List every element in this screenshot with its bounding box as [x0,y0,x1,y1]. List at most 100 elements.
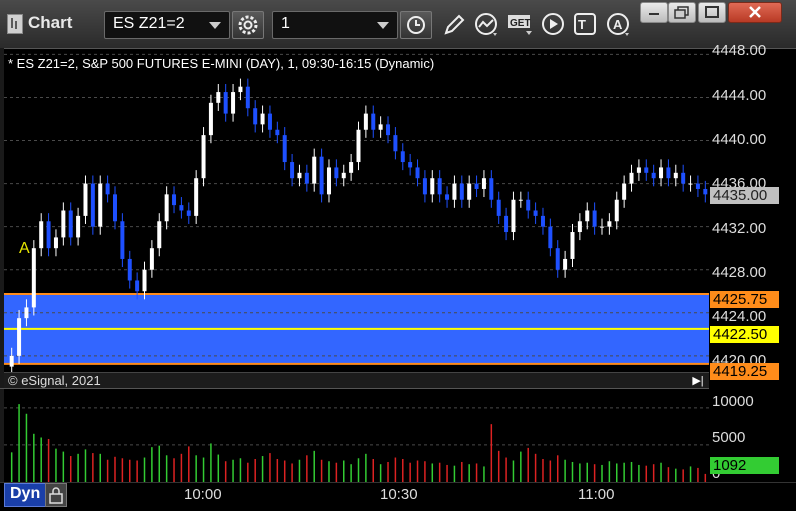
lock-button[interactable] [45,483,67,507]
candle-body [223,92,228,114]
volume-last-tag: 1092 [710,457,779,474]
alert-icon[interactable]: A [604,12,632,38]
line-tool-icon[interactable] [472,12,500,38]
app-icon [7,14,23,34]
candle-body [297,172,302,179]
toolbar: Chart ES Z21=2 1 GET T A [0,0,796,49]
candle-body [68,210,73,238]
candle-body [659,167,664,179]
candle-body [673,172,678,179]
chart-annotation[interactable]: A [19,240,30,258]
pencil-icon[interactable] [440,12,468,38]
candle-body [112,194,117,222]
volume-chart[interactable] [4,389,709,482]
symbol-dropdown[interactable]: ES Z21=2 [104,11,230,39]
candle-body [577,221,582,233]
candle-body [186,210,191,216]
dynamic-mode-button[interactable]: Dyn [4,483,46,507]
candle-body [422,178,427,195]
svg-text:T: T [578,17,586,32]
close-button[interactable] [728,2,782,23]
get-icon[interactable]: GET [506,12,534,38]
candle-body [600,226,605,228]
last-price-tag: 4435.00 [710,187,779,204]
candle-body [208,102,213,136]
candle-body [17,318,22,356]
candle-body [142,269,147,292]
candle-body [98,183,103,227]
candle-body [267,113,272,130]
candle-body [349,162,354,173]
candle-body [312,156,317,184]
candle-body [304,172,309,184]
chart-header: * ES Z21=2, S&P 500 FUTURES E-MINI (DAY)… [8,56,435,71]
candle-body [238,86,243,93]
candle-body [629,172,634,184]
candle-body [607,221,612,227]
candle-body [371,113,376,130]
candle-body [127,258,132,281]
candle-body [592,210,597,227]
candle-body [555,248,560,270]
time-template-button[interactable] [400,11,432,39]
candle-body [437,178,442,195]
copyright-text: © eSignal, 2021 [8,373,101,388]
interval-dropdown[interactable]: 1 [272,11,398,39]
candle-body [83,183,88,216]
candle-body [24,307,29,319]
candle-body [400,151,405,163]
candle-body [260,113,265,125]
price-axis-label: 4428.00 [712,264,767,281]
tile-button[interactable] [668,2,696,23]
chevron-down-icon [377,22,389,29]
symbol-value: ES Z21=2 [113,15,185,32]
candle-body [290,162,295,179]
candle-body [363,113,368,130]
play-icon[interactable] [540,12,568,38]
candle-body [644,167,649,173]
candle-body [688,183,693,185]
candle-body [53,237,58,249]
candle-body [319,156,324,195]
candle-body [622,183,627,200]
candle-body [681,172,686,184]
lock-icon [49,487,63,504]
time-axis-label: 10:30 [380,486,418,503]
candle-body [275,129,280,136]
candle-body [61,210,66,238]
candle-body [216,92,221,103]
candle-body [393,135,398,152]
candle-body [415,167,420,179]
candle-body [356,129,361,163]
maximize-icon [705,6,719,18]
text-tool-icon[interactable]: T [572,12,600,38]
time-axis-label: 11:00 [578,486,615,503]
candle-body [489,178,494,200]
candle-body [31,248,36,308]
candle-body [46,221,51,249]
maximize-button[interactable] [698,2,726,23]
candle-body [326,167,331,195]
candle-body [386,124,391,136]
svg-text:A: A [613,17,623,32]
price-axis-label: 4444.00 [712,87,767,104]
mid-level-tag: 4422.50 [710,326,779,343]
candle-body [636,167,641,173]
candle-body [459,183,464,200]
candle-body [135,280,140,292]
interval-value: 1 [281,15,290,32]
scroll-to-end-icon[interactable]: ▶| [690,374,706,387]
price-chart[interactable] [4,49,709,372]
chevron-down-icon [209,22,221,29]
candle-body [540,215,545,227]
candle-body [39,221,44,249]
candle-body [282,135,287,163]
settings-button[interactable] [232,11,264,39]
candle-body [378,124,383,130]
candle-body [157,221,162,249]
candle-body [467,183,472,200]
candle-body [481,178,486,189]
candle-body [496,199,501,216]
restore-button[interactable] [640,2,668,23]
close-icon [749,6,761,18]
